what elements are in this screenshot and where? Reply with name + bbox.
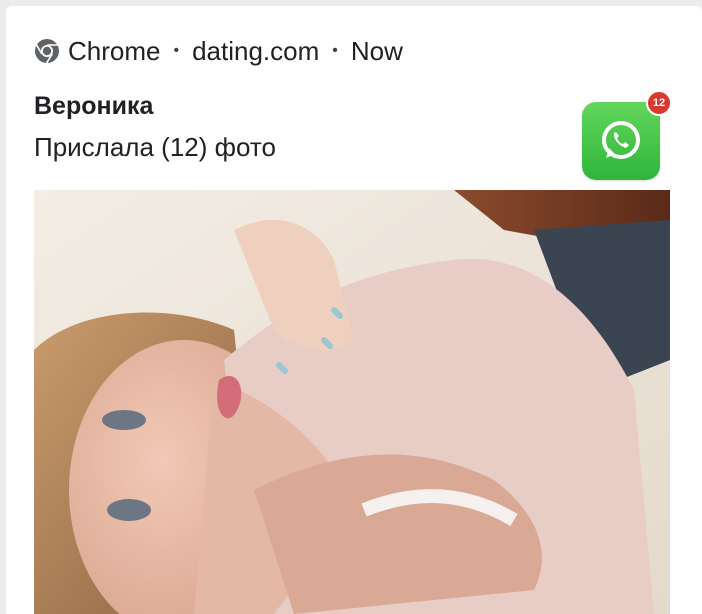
unread-count-badge: 12 bbox=[646, 90, 672, 116]
notification-message: Прислала (12) фото bbox=[34, 132, 276, 162]
sender-name: Вероника bbox=[34, 92, 154, 120]
app-name: Chrome bbox=[68, 35, 161, 66]
whatsapp-icon[interactable] bbox=[582, 102, 660, 180]
notification-card[interactable]: Chrome • dating.com • Now Вероника Присл… bbox=[6, 6, 702, 614]
source-domain: dating.com bbox=[192, 35, 320, 66]
attached-photo[interactable] bbox=[34, 190, 670, 614]
separator-dot: • bbox=[332, 42, 338, 59]
timestamp: Now bbox=[350, 35, 403, 66]
chrome-icon bbox=[34, 38, 60, 64]
phone-bubble-icon bbox=[602, 121, 640, 159]
separator-dot: • bbox=[173, 42, 180, 59]
selfie-photo bbox=[34, 190, 670, 614]
notification-header: Chrome • dating.com • Now bbox=[34, 36, 403, 66]
